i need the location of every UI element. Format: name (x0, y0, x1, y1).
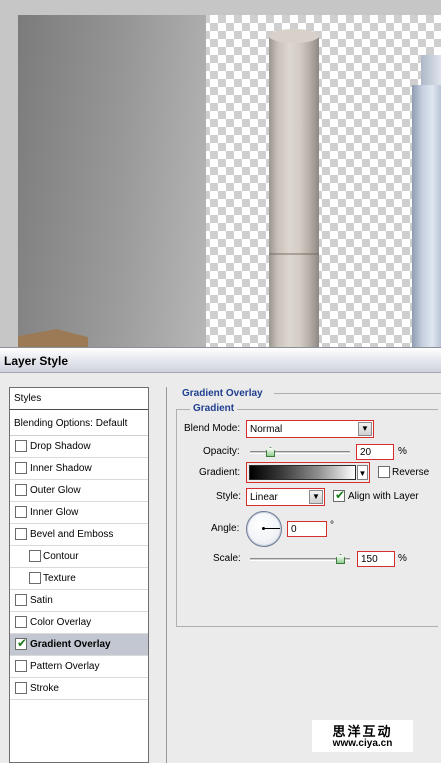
opacity-unit: % (398, 446, 407, 457)
style-item-inner-shadow[interactable]: Inner Shadow (10, 458, 148, 480)
style-item-pattern-overlay[interactable]: Pattern Overlay (10, 656, 148, 678)
checkmark-icon: ✔ (335, 488, 346, 502)
pillar-image (269, 31, 319, 347)
group-title-gradient: Gradient (190, 403, 238, 414)
style-item-label: Pattern Overlay (30, 661, 100, 672)
style-item-label: Outer Glow (30, 485, 81, 496)
checkmark-icon: ✔ (17, 636, 28, 650)
scale-unit: % (398, 553, 407, 564)
style-item-label: Stroke (30, 683, 59, 694)
pillar-top (269, 29, 319, 43)
styles-list: Drop Shadow Inner Shadow Outer Glow Inner G… (10, 436, 148, 700)
style-item-label: Color Overlay (30, 617, 92, 628)
angle-label: Angle: (211, 523, 240, 534)
scale-input[interactable]: 150 (357, 551, 395, 567)
style-checkbox[interactable]: ✔ (15, 636, 28, 650)
angle-unit: ° (330, 520, 334, 531)
style-item-label: Inner Glow (30, 507, 79, 518)
gradient-swatch[interactable] (249, 465, 356, 480)
styles-list-panel: Styles Blending Options: Default Drop Sh… (9, 387, 149, 763)
chevron-down-icon[interactable]: ▼ (309, 490, 323, 504)
style-item-drop-shadow[interactable]: Drop Shadow (10, 436, 148, 458)
gradient-label: Gradient: (199, 467, 241, 478)
style-checkbox[interactable] (15, 594, 27, 606)
angle-dial-center (262, 527, 265, 530)
section-divider (274, 393, 441, 394)
align-with-layer-checkbox[interactable]: ✔ (333, 488, 346, 502)
style-label: Style: (216, 491, 242, 502)
style-item-contour[interactable]: Contour (10, 546, 148, 568)
scale-slider-track[interactable] (250, 558, 350, 561)
style-item-label: Drop Shadow (30, 441, 91, 452)
opacity-slider-track[interactable] (250, 451, 350, 454)
reverse-checkbox[interactable] (378, 466, 390, 478)
style-item-satin[interactable]: Satin (10, 590, 148, 612)
style-checkbox[interactable] (15, 616, 27, 628)
style-item-texture[interactable]: Texture (10, 568, 148, 590)
style-item-outer-glow[interactable]: Outer Glow (10, 480, 148, 502)
angle-dial-needle (264, 528, 280, 529)
style-checkbox[interactable] (15, 528, 27, 540)
style-item-gradient-overlay[interactable]: ✔ Gradient Overlay (10, 634, 148, 656)
align-with-layer-label: Align with Layer (348, 491, 419, 502)
style-item-label: Contour (43, 551, 79, 562)
styles-header[interactable]: Styles (10, 388, 148, 410)
building-image (412, 85, 441, 347)
document-canvas-area (0, 0, 441, 347)
gradient-group-box (176, 409, 438, 627)
opacity-label: Opacity: (203, 446, 240, 457)
blend-mode-label: Blend Mode: (184, 423, 241, 434)
chevron-down-icon[interactable]: ▼ (358, 422, 372, 436)
style-checkbox[interactable] (15, 484, 27, 496)
dialog-titlebar[interactable]: Layer Style (0, 347, 441, 373)
style-checkbox[interactable] (29, 550, 41, 562)
dialog-title: Layer Style (4, 354, 69, 368)
style-item-inner-glow[interactable]: Inner Glow (10, 502, 148, 524)
style-checkbox[interactable] (15, 682, 27, 694)
panel-divider (166, 387, 167, 763)
gradient-overlay-preview-layer (18, 15, 206, 347)
reverse-label: Reverse (392, 467, 430, 478)
angle-input[interactable]: 0 (287, 521, 327, 537)
style-checkbox[interactable] (29, 572, 41, 584)
blending-options-item[interactable]: Blending Options: Default (10, 412, 148, 436)
style-checkbox[interactable] (15, 660, 27, 672)
style-item-label: Texture (43, 573, 76, 584)
gradient-dropdown-icon[interactable]: ▼ (357, 465, 368, 480)
style-value: Linear (250, 492, 278, 503)
style-item-color-overlay[interactable]: Color Overlay (10, 612, 148, 634)
opacity-input[interactable]: 20 (356, 444, 394, 460)
style-checkbox[interactable] (15, 462, 27, 474)
watermark: 思洋互动 www.ciya.cn (312, 720, 413, 752)
style-item-label: Satin (30, 595, 53, 606)
style-select[interactable]: Linear ▼ (246, 488, 325, 506)
style-item-label: Inner Shadow (30, 463, 92, 474)
style-checkbox[interactable] (15, 506, 27, 518)
style-item-label: Bevel and Emboss (30, 529, 114, 540)
style-checkbox[interactable] (15, 440, 27, 452)
image-canvas[interactable] (18, 15, 441, 347)
blend-mode-value: Normal (250, 424, 283, 435)
blend-mode-select[interactable]: Normal ▼ (246, 420, 374, 438)
style-item-label: Gradient Overlay (30, 639, 111, 650)
style-item-stroke[interactable]: Stroke (10, 678, 148, 700)
watermark-url: www.ciya.cn (332, 738, 393, 749)
scale-label: Scale: (213, 553, 241, 564)
section-title-gradient-overlay: Gradient Overlay (182, 388, 263, 399)
style-item-bevel-and-emboss[interactable]: Bevel and Emboss (10, 524, 148, 546)
pillar-ring (269, 253, 319, 255)
